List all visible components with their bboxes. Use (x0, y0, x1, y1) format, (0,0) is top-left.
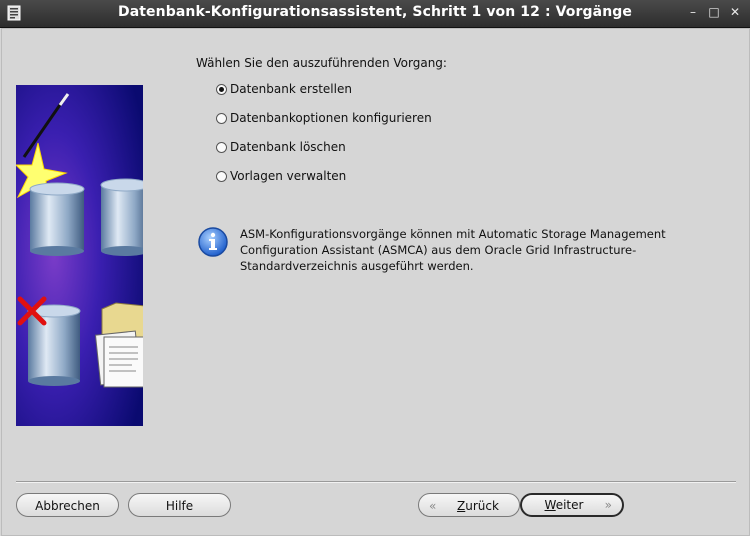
radio-button-delete[interactable] (216, 142, 227, 153)
radio-label: Datenbank erstellen (230, 82, 352, 96)
chevron-left-icon: « (429, 499, 437, 513)
radio-button-configure[interactable] (216, 113, 227, 124)
asm-info-message: ASM-Konfigurationsvorgänge können mit Au… (240, 227, 666, 273)
maximize-button[interactable]: □ (706, 4, 722, 20)
chevron-right-icon: » (604, 498, 612, 512)
back-button-label: Zurück (457, 499, 499, 513)
next-button-label: Weiter (544, 498, 584, 512)
radio-label: Datenbankoptionen konfigurieren (230, 111, 432, 125)
minimize-button[interactable]: – (685, 4, 701, 20)
close-button[interactable]: ✕ (727, 4, 743, 20)
title-bar[interactable]: Datenbank-Konfigurationsassistent, Schri… (0, 0, 750, 28)
wizard-content: Wählen Sie den auszuführenden Vorgang: D… (1, 28, 750, 536)
radio-label: Vorlagen verwalten (230, 169, 347, 183)
help-button[interactable]: Hilfe (128, 493, 231, 517)
back-button[interactable]: « Zurück (418, 493, 520, 517)
radio-label: Datenbank löschen (230, 140, 346, 154)
radio-button-create[interactable] (216, 84, 227, 95)
next-button[interactable]: Weiter » (520, 493, 624, 517)
window-title: Datenbank-Konfigurationsassistent, Schri… (118, 4, 632, 20)
radio-button-templates[interactable] (216, 171, 227, 182)
wizard-database-illustration (16, 85, 143, 426)
info-icon (198, 227, 228, 257)
cancel-button[interactable]: Abbrechen (16, 493, 119, 517)
dbca-window: Datenbank-Konfigurationsassistent, Schri… (0, 0, 750, 536)
operation-prompt: Wählen Sie den auszuführenden Vorgang: (196, 56, 447, 70)
button-separator (16, 481, 736, 483)
